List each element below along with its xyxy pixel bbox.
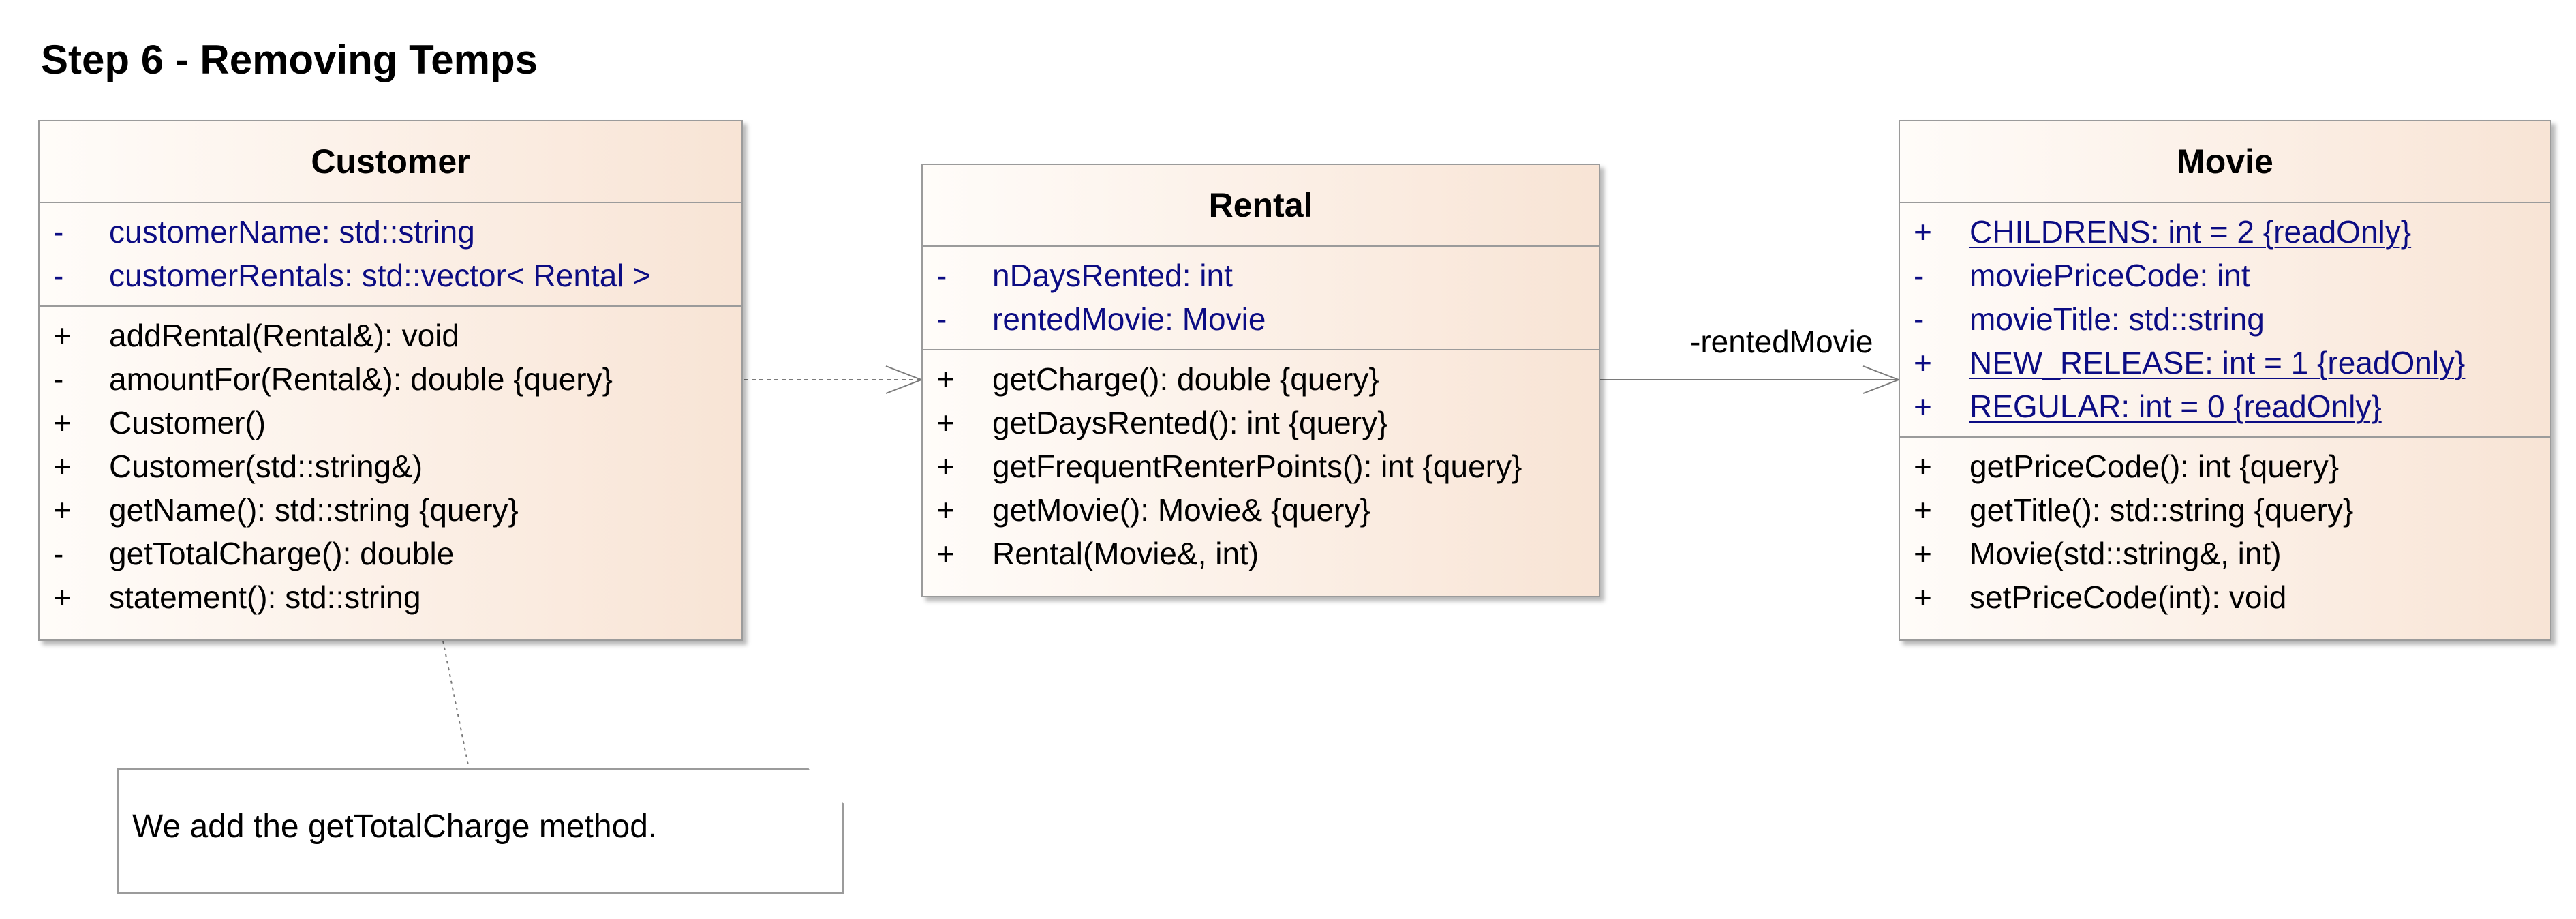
attribute[interactable]: - rentedMovie: Movie [923,297,1599,341]
member-text: setPriceCode(int): void [1969,579,2287,615]
visibility-marker: + [936,536,955,571]
class-rental[interactable]: Rental - nDaysRented: int - rentedMovie: M… [921,164,1600,597]
member-text: Movie(std::string&, int) [1969,536,2282,571]
visibility-marker: - [53,214,64,250]
visibility-marker: + [1914,449,1932,484]
visibility-marker: + [936,405,955,440]
visibility-marker: + [53,318,72,353]
member-text: statement(): std::string [109,579,421,615]
visibility-marker: + [53,449,72,484]
note-anchor-line [442,640,470,769]
member-text: moviePriceCode: int [1969,258,2250,293]
attributes-compartment: - customerName: std::string - customerRent… [40,203,741,307]
visibility-marker: - [1914,258,1925,293]
class-movie[interactable]: Movie + CHILDRENS: int = 2 {readOnly} - mo… [1899,120,2551,641]
visibility-marker: + [1914,536,1932,571]
operation[interactable]: + Movie(std::string&, int) [1900,532,2550,575]
note-text: We add the getTotalCharge method. [132,809,658,845]
visibility-marker: + [53,492,72,528]
operation[interactable]: + addRental(Rental&): void [40,314,741,357]
member-text: getCharge(): double {query} [992,361,1379,397]
member-text: getMovie(): Movie& {query} [992,492,1370,528]
member-text: movieTitle: std::string [1969,301,2265,337]
visibility-marker: + [1914,345,1932,380]
class-customer[interactable]: Customer - customerName: std::string - cus… [38,120,743,641]
association-role-label: -rentedMovie [1690,324,1873,359]
visibility-marker: + [936,492,955,528]
operation[interactable]: + getFrequentRenterPoints(): int {query} [923,445,1599,488]
attributes-compartment: + CHILDRENS: int = 2 {readOnly} - moviePri… [1900,203,2550,438]
operation[interactable]: + Customer() [40,401,741,445]
visibility-marker: + [1914,389,1932,424]
member-text: NEW_RELEASE: int = 1 {readOnly} [1969,345,2466,380]
member-text: getTitle(): std::string {query} [1969,492,2354,528]
visibility-marker: - [53,361,64,397]
member-text: getPriceCode(): int {query} [1969,449,2340,484]
operation[interactable]: + getCharge(): double {query} [923,357,1599,401]
operation[interactable]: - getTotalCharge(): double [40,532,741,575]
operations-compartment: + getPriceCode(): int {query} + getTitle()… [1900,438,2550,627]
member-text: Rental(Movie&, int) [992,536,1259,571]
member-text: getDaysRented(): int {query} [992,405,1388,440]
attribute[interactable]: - movieTitle: std::string [1900,297,2550,341]
member-text: rentedMovie: Movie [992,301,1266,337]
visibility-marker: - [53,258,64,293]
visibility-marker: - [53,536,64,571]
class-name: Customer [40,121,741,203]
visibility-marker: + [1914,214,1932,250]
member-text: customerName: std::string [109,214,475,250]
static-attribute[interactable]: + REGULAR: int = 0 {readOnly} [1900,385,2550,428]
member-text: getTotalCharge(): double [109,536,455,571]
attribute[interactable]: - customerRentals: std::vector< Rental > [40,254,741,297]
member-text: getName(): std::string {query} [109,492,519,528]
member-text: REGULAR: int = 0 {readOnly} [1969,389,2382,424]
operation[interactable]: + Rental(Movie&, int) [923,532,1599,575]
operations-compartment: + addRental(Rental&): void - amountFor(Ren… [40,307,741,627]
operation[interactable]: + getName(): std::string {query} [40,488,741,532]
visibility-marker: + [53,579,72,615]
attribute[interactable]: - moviePriceCode: int [1900,254,2550,297]
operations-compartment: + getCharge(): double {query} + getDaysRen… [923,350,1599,584]
operation[interactable]: + getPriceCode(): int {query} [1900,445,2550,488]
attribute[interactable]: - customerName: std::string [40,210,741,254]
attribute[interactable]: - nDaysRented: int [923,254,1599,297]
operation[interactable]: - amountFor(Rental&): double {query} [40,357,741,401]
class-name: Movie [1900,121,2550,203]
static-attribute[interactable]: + NEW_RELEASE: int = 1 {readOnly} [1900,341,2550,385]
class-name: Rental [923,165,1599,247]
visibility-marker: + [936,449,955,484]
member-text: Customer(std::string&) [109,449,423,484]
operation[interactable]: + statement(): std::string [40,575,741,619]
member-text: amountFor(Rental&): double {query} [109,361,613,397]
member-text: nDaysRented: int [992,258,1233,293]
member-text: getFrequentRenterPoints(): int {query} [992,449,1522,484]
static-attribute[interactable]: + CHILDRENS: int = 2 {readOnly} [1900,210,2550,254]
operation[interactable]: + getMovie(): Movie& {query} [923,488,1599,532]
operation[interactable]: + setPriceCode(int): void [1900,575,2550,619]
visibility-marker: - [1914,301,1925,337]
visibility-marker: + [936,361,955,397]
visibility-marker: + [1914,579,1932,615]
attributes-compartment: - nDaysRented: int - rentedMovie: Movie [923,247,1599,350]
member-text: customerRentals: std::vector< Rental > [109,258,651,293]
visibility-marker: - [936,258,947,293]
member-text: addRental(Rental&): void [109,318,459,353]
operation[interactable]: + getDaysRented(): int {query} [923,401,1599,445]
visibility-marker: - [936,301,947,337]
note[interactable]: We add the getTotalCharge method. [117,768,844,894]
member-text: Customer() [109,405,266,440]
operation[interactable]: + getTitle(): std::string {query} [1900,488,2550,532]
visibility-marker: + [53,405,72,440]
operation[interactable]: + Customer(std::string&) [40,445,741,488]
visibility-marker: + [1914,492,1932,528]
member-text: CHILDRENS: int = 2 {readOnly} [1969,214,2412,250]
